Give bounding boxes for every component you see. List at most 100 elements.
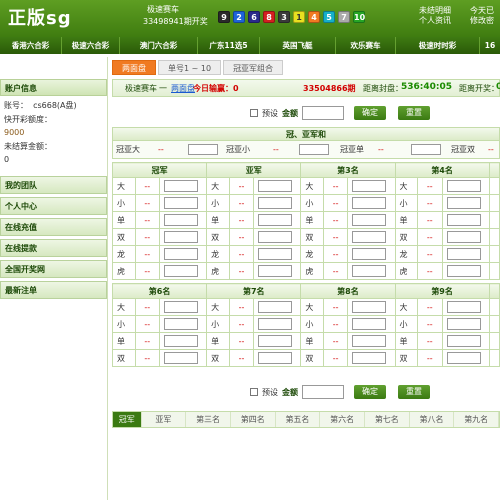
bet-amount-cell bbox=[253, 315, 302, 333]
tab-two-sides[interactable]: 两面盘 bbox=[112, 60, 156, 75]
bet-amount-input[interactable] bbox=[164, 180, 199, 192]
ranking-tab[interactable]: 第九名 bbox=[454, 412, 500, 427]
bet-amount-input[interactable] bbox=[446, 214, 481, 226]
nav-item-uk-airship[interactable]: 英国飞艇 bbox=[260, 37, 336, 54]
sidebar-item-my-team[interactable]: 我的团队 bbox=[0, 175, 107, 194]
reset-button-bottom[interactable]: 重置 bbox=[398, 385, 430, 399]
bet-amount-input[interactable] bbox=[164, 214, 199, 226]
reset-button[interactable]: 重置 bbox=[398, 106, 430, 120]
bet-option-label: 虎 bbox=[394, 262, 419, 280]
bet-option-label: 虎 bbox=[206, 262, 230, 280]
bet-amount-input[interactable] bbox=[352, 265, 387, 277]
bet-amount-input[interactable] bbox=[446, 197, 481, 209]
nav-item-macau-marksix[interactable]: 澳门六合彩 bbox=[120, 37, 198, 54]
bet-amount-cell bbox=[347, 315, 396, 333]
ranking-tab[interactable]: 第三名 bbox=[186, 412, 231, 427]
ranking-tab[interactable]: 亚军 bbox=[142, 412, 187, 427]
preset-checkbox[interactable] bbox=[250, 109, 258, 117]
amount-input[interactable] bbox=[302, 106, 344, 120]
nav-item-hk-marksix[interactable]: 香港六合彩 bbox=[0, 37, 62, 54]
bet-amount-input[interactable] bbox=[352, 318, 387, 330]
ranking-tab[interactable]: 第六名 bbox=[320, 412, 365, 427]
gy-big-input[interactable] bbox=[188, 144, 218, 155]
bet-amount-input[interactable] bbox=[258, 301, 293, 313]
bet-amount-input[interactable] bbox=[164, 352, 199, 364]
ranking-tab[interactable]: 冠军 bbox=[113, 412, 142, 427]
ranking-tab[interactable]: 第七名 bbox=[365, 412, 410, 427]
bet-amount-input[interactable] bbox=[258, 352, 293, 364]
sidebar-item-deposit[interactable]: 在线充值 bbox=[0, 217, 107, 236]
nav-item-gd-11x5[interactable]: 广东11选5 bbox=[198, 37, 260, 54]
today-winloss-value: 0 bbox=[233, 84, 239, 93]
account-info: 账号： cs668(A盘) 快开彩额度： 9000 未结算金额： 0 bbox=[0, 96, 107, 170]
change-password-link[interactable]: 修改密 bbox=[470, 16, 494, 26]
today-link[interactable]: 今天已 bbox=[470, 6, 494, 16]
bet-amount-input[interactable] bbox=[258, 265, 293, 277]
bet-amount-input[interactable] bbox=[352, 248, 387, 260]
bet-amount-cell bbox=[441, 262, 490, 280]
confirm-button[interactable]: 确定 bbox=[354, 106, 386, 120]
bet-amount-input[interactable] bbox=[258, 248, 293, 260]
bet-amount-input[interactable] bbox=[164, 231, 199, 243]
ranking-tab[interactable]: 第五名 bbox=[276, 412, 321, 427]
bet-amount-input[interactable] bbox=[164, 248, 199, 260]
bet-amount-input[interactable] bbox=[164, 335, 199, 347]
preset-label-bottom: 预设 bbox=[262, 387, 278, 397]
amount-input-bottom[interactable] bbox=[302, 385, 344, 399]
bet-odds: -- bbox=[417, 298, 443, 316]
bet-amount-input[interactable] bbox=[352, 352, 387, 364]
bet-amount-input[interactable] bbox=[258, 180, 293, 192]
tab-single-number[interactable]: 单号1 ~ 10 bbox=[158, 60, 222, 75]
bet-amount-input[interactable] bbox=[164, 318, 199, 330]
bet-amount-cell bbox=[441, 177, 490, 195]
unsettled-link[interactable]: 未结明细 bbox=[419, 6, 451, 16]
bet-amount-input[interactable] bbox=[258, 335, 293, 347]
bet-amount-input[interactable] bbox=[446, 318, 481, 330]
bet-amount-input[interactable] bbox=[352, 301, 387, 313]
bet-amount-input[interactable] bbox=[352, 197, 387, 209]
tab-gy-combo[interactable]: 冠亚军组合 bbox=[223, 60, 284, 75]
result-ball: 8 bbox=[263, 11, 275, 23]
top-header: 正版sg 极速赛车 33498941期开奖 9 2 6 8 3 1 4 5 7 10 未结明细 个… bbox=[0, 0, 500, 37]
bet-amount-input[interactable] bbox=[446, 301, 481, 313]
bet-amount-input[interactable] bbox=[446, 180, 481, 192]
gy-sum-row: 冠亚大 -- 冠亚小 -- 冠亚单 -- 冠亚双 -- bbox=[112, 141, 500, 159]
bet-amount-input[interactable] bbox=[446, 352, 481, 364]
bet-amount-input[interactable] bbox=[258, 197, 293, 209]
nav-item-happy-racing[interactable]: 欢乐赛车 bbox=[336, 37, 396, 54]
bet-amount-input[interactable] bbox=[258, 318, 293, 330]
bet-odds: -- bbox=[228, 177, 255, 195]
nav-item-speed-marksix[interactable]: 极速六合彩 bbox=[62, 37, 120, 54]
bet-amount-input[interactable] bbox=[352, 180, 387, 192]
nav-item-speed-ssc[interactable]: 极速时时彩 bbox=[396, 37, 480, 54]
gy-small-input[interactable] bbox=[299, 144, 329, 155]
bet-amount-input[interactable] bbox=[446, 335, 481, 347]
bet-amount-input[interactable] bbox=[164, 301, 199, 313]
bet-amount-input[interactable] bbox=[352, 335, 387, 347]
preset-checkbox-bottom[interactable] bbox=[250, 388, 258, 396]
bet-amount-input[interactable] bbox=[258, 231, 293, 243]
round-info-bar: 极速赛车 一 两面盘 今日输赢： 0 33504866期 距离封盘： 536:4… bbox=[112, 79, 500, 97]
bet-option-label: 龙 bbox=[112, 245, 136, 263]
bet-amount-input[interactable] bbox=[164, 197, 199, 209]
bet-amount-input[interactable] bbox=[164, 265, 199, 277]
ranking-tabs: 冠军 亚军 第三名 第四名 第五名 第六名 第七名 第八名 第九名 bbox=[112, 411, 500, 428]
sidebar-item-national-draws[interactable]: 全国开奖网 bbox=[0, 259, 107, 278]
sidebar-item-personal-center[interactable]: 个人中心 bbox=[0, 196, 107, 215]
info-mode[interactable]: 两面盘 bbox=[171, 80, 195, 97]
sidebar-item-withdraw[interactable]: 在线提款 bbox=[0, 238, 107, 257]
bet-amount-input[interactable] bbox=[446, 248, 481, 260]
confirm-button-bottom[interactable]: 确定 bbox=[354, 385, 386, 399]
ranking-tab[interactable]: 第八名 bbox=[410, 412, 455, 427]
bet-amount-input[interactable] bbox=[258, 214, 293, 226]
sidebar-item-latest-bets[interactable]: 最新注单 bbox=[0, 280, 107, 299]
bet-amount-input[interactable] bbox=[352, 231, 387, 243]
bet-amount-input[interactable] bbox=[352, 214, 387, 226]
personal-info-link[interactable]: 个人资讯 bbox=[419, 16, 451, 26]
nav-item-more[interactable]: 16 bbox=[480, 37, 500, 54]
bet-amount-input[interactable] bbox=[446, 231, 481, 243]
bet-amount-input[interactable] bbox=[446, 265, 481, 277]
gy-odd-input[interactable] bbox=[411, 144, 441, 155]
info-game-name: 极速赛车 bbox=[125, 84, 157, 93]
ranking-tab[interactable]: 第四名 bbox=[231, 412, 276, 427]
